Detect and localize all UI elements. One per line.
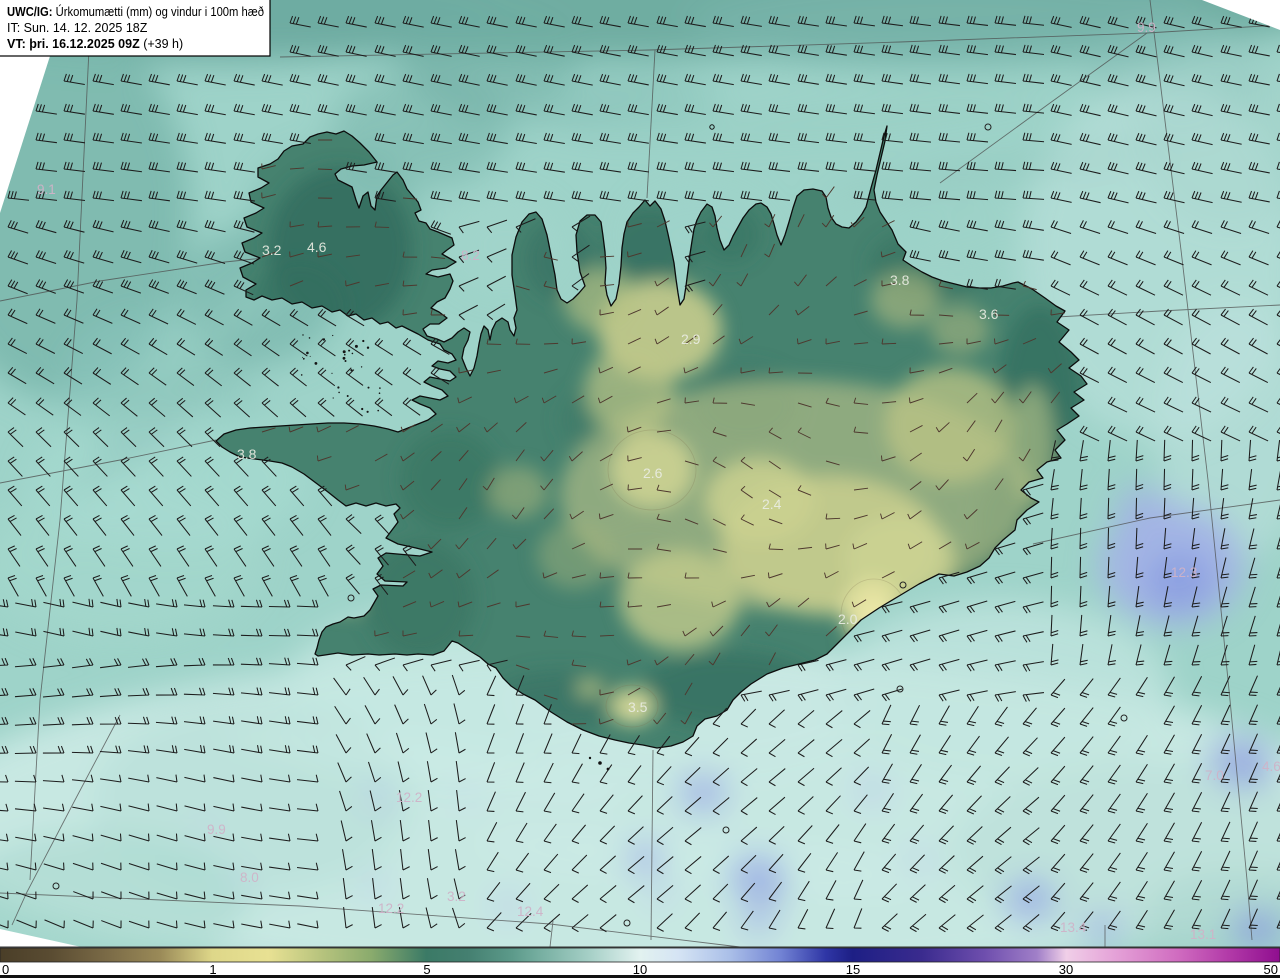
svg-text:UWC/IG: Úrkomumætti (mm) og vi: UWC/IG: Úrkomumætti (mm) og vindur i 100…: [7, 4, 264, 19]
svg-text:15: 15: [846, 962, 860, 977]
svg-text:VT: þri. 16.12.2025 09Z (+39 h: VT: þri. 16.12.2025 09Z (+39 h): [7, 37, 183, 51]
svg-text:2.0: 2.0: [838, 611, 858, 627]
svg-text:3.5: 3.5: [628, 699, 648, 715]
svg-text:8.0: 8.0: [240, 870, 259, 885]
svg-text:2.6: 2.6: [643, 465, 663, 481]
svg-text:12.4: 12.4: [517, 904, 544, 919]
svg-text:3.8: 3.8: [890, 272, 910, 288]
svg-text:9.9: 9.9: [207, 822, 226, 837]
svg-text:12.2: 12.2: [396, 790, 422, 805]
svg-text:12.3: 12.3: [1171, 565, 1197, 580]
svg-text:5: 5: [423, 962, 430, 977]
svg-text:7.0: 7.0: [1205, 768, 1224, 783]
svg-text:50: 50: [1264, 962, 1278, 977]
svg-text:10: 10: [633, 962, 647, 977]
svg-text:13.1: 13.1: [1190, 927, 1216, 942]
svg-text:1: 1: [209, 962, 216, 977]
svg-text:3.2: 3.2: [262, 242, 282, 258]
svg-text:12.2: 12.2: [378, 901, 404, 916]
svg-text:4.6: 4.6: [1262, 759, 1280, 774]
svg-text:30: 30: [1059, 962, 1073, 977]
svg-text:3.2: 3.2: [447, 889, 466, 904]
svg-text:2.9: 2.9: [681, 331, 701, 347]
svg-text:IT: Sun. 14. 12. 2025 18Z: IT: Sun. 14. 12. 2025 18Z: [7, 21, 148, 35]
svg-text:9.9: 9.9: [1137, 20, 1156, 35]
svg-text:9.1: 9.1: [37, 182, 56, 197]
svg-text:8.2: 8.2: [461, 248, 480, 263]
svg-text:2.4: 2.4: [762, 496, 782, 512]
svg-text:3.6: 3.6: [979, 306, 999, 322]
svg-text:0: 0: [2, 962, 9, 977]
svg-text:4.6: 4.6: [307, 239, 327, 255]
svg-text:3.8: 3.8: [237, 446, 257, 462]
svg-text:13.4: 13.4: [1060, 920, 1087, 935]
